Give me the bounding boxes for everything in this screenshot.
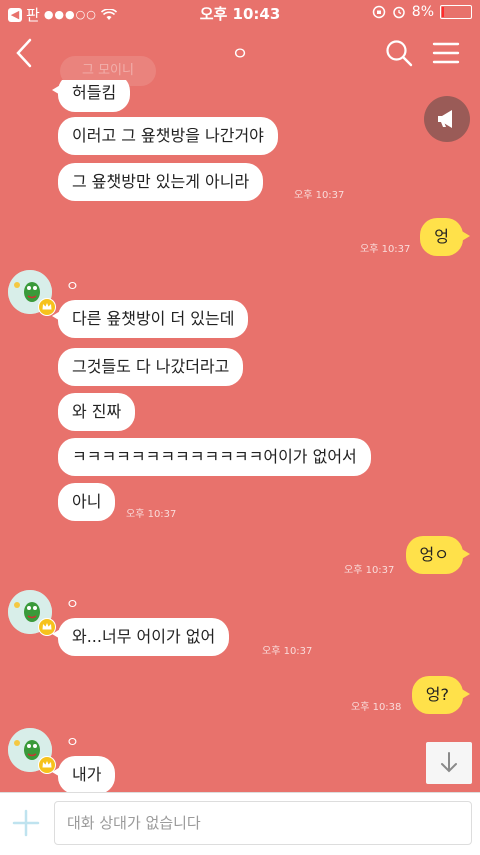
message-time: 오후 10:37 — [344, 565, 395, 576]
chat-area[interactable]: 허들킴 이러고 그 욮챗방을 나간거야 그 욮챗방만 있는게 아니라 오후 10… — [0, 80, 480, 792]
message-bubble[interactable]: 아니 — [58, 483, 116, 521]
message-time: 오후 10:38 — [351, 702, 402, 713]
notice-button[interactable] — [424, 96, 470, 142]
sender-name: ㅇ — [66, 597, 79, 613]
battery-percent: 8% — [411, 4, 434, 20]
message-bubble[interactable]: 그 욮챗방만 있는게 아니라 — [58, 163, 264, 201]
message-time: 오후 10:37 — [262, 646, 313, 657]
message-bubble[interactable]: 이러고 그 욮챗방을 나간거야 — [58, 117, 278, 155]
search-icon[interactable] — [384, 38, 414, 68]
scroll-to-bottom-button[interactable] — [426, 742, 472, 784]
menu-icon[interactable] — [432, 40, 460, 66]
message-input-bar — [0, 792, 480, 855]
avatar[interactable] — [8, 728, 56, 774]
status-bar: ◀ 판 ●●●○○ 오후 10:43 8% — [0, 0, 480, 26]
chat-header: 그 모이니 ㅇ — [0, 26, 480, 86]
rotation-lock-icon — [372, 5, 386, 19]
my-message-bubble[interactable]: 엉ㅇ — [405, 536, 471, 574]
message-bubble[interactable]: 그것들도 다 나갔더라고 — [58, 348, 244, 386]
message-time: 오후 10:37 — [126, 509, 177, 520]
message-bubble[interactable]: 와...너무 어이가 없어 — [51, 618, 230, 656]
my-message-bubble[interactable]: 엉? — [411, 676, 471, 714]
arrow-down-icon — [441, 752, 457, 773]
avatar[interactable] — [8, 270, 56, 316]
sender-name: ㅇ — [66, 735, 79, 751]
alarm-icon — [393, 6, 405, 19]
avatar[interactable] — [8, 590, 56, 636]
message-bubble[interactable]: 내가 — [51, 756, 116, 792]
message-bubble[interactable]: ㅋㅋㅋㅋㅋㅋㅋㅋㅋㅋㅋㅋㅋ어이가 없어서 — [58, 438, 371, 476]
status-right: 8% — [372, 4, 472, 20]
message-bubble[interactable]: 와 진짜 — [58, 393, 136, 431]
battery-icon — [440, 5, 472, 19]
plus-icon[interactable] — [10, 807, 42, 839]
message-bubble[interactable]: 다른 욮챗방이 더 있는데 — [51, 300, 249, 338]
sender-name: ㅇ — [66, 279, 79, 295]
message-time: 오후 10:37 — [294, 190, 345, 201]
my-message-bubble[interactable]: 엉 — [420, 218, 470, 256]
message-time: 오후 10:37 — [360, 244, 411, 255]
message-input[interactable] — [54, 801, 472, 845]
megaphone-icon — [438, 110, 452, 128]
message-bubble[interactable]: 허들킴 — [51, 80, 131, 112]
